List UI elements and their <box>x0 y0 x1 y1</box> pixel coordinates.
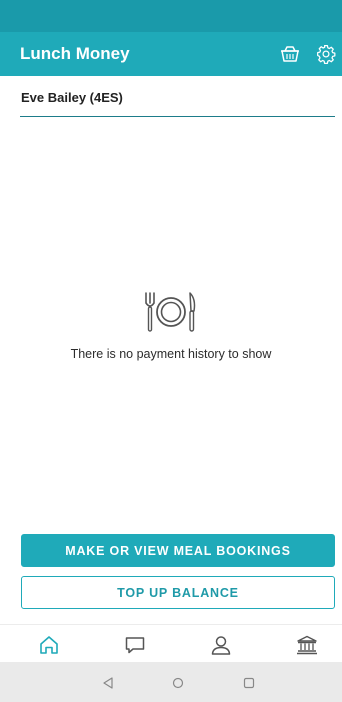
home-icon[interactable] <box>37 634 61 656</box>
top-up-balance-button[interactable]: TOP UP BALANCE <box>21 576 335 609</box>
basket-icon[interactable] <box>278 42 302 66</box>
system-nav-bar <box>0 662 342 702</box>
status-bar <box>0 0 342 32</box>
app-title: Lunch Money <box>20 44 130 63</box>
recent-apps-square-icon[interactable] <box>241 675 257 691</box>
cutlery-plate-icon <box>145 292 196 332</box>
profile-icon[interactable] <box>209 634 233 656</box>
student-name: Eve Bailey (4ES) <box>21 90 123 105</box>
bottom-nav <box>0 624 342 662</box>
home-circle-icon[interactable] <box>170 675 186 691</box>
bank-icon[interactable] <box>295 634 319 656</box>
empty-message: There is no payment history to show <box>70 347 272 361</box>
student-selector[interactable]: Eve Bailey (4ES) <box>20 76 335 117</box>
meal-bookings-button[interactable]: MAKE OR VIEW MEAL BOOKINGS <box>21 534 335 567</box>
gear-icon[interactable] <box>314 42 338 66</box>
empty-state: There is no payment history to show <box>0 285 342 361</box>
back-triangle-icon[interactable] <box>100 675 116 691</box>
app-bar: Lunch Money <box>0 32 342 76</box>
chat-icon[interactable] <box>123 634 147 656</box>
